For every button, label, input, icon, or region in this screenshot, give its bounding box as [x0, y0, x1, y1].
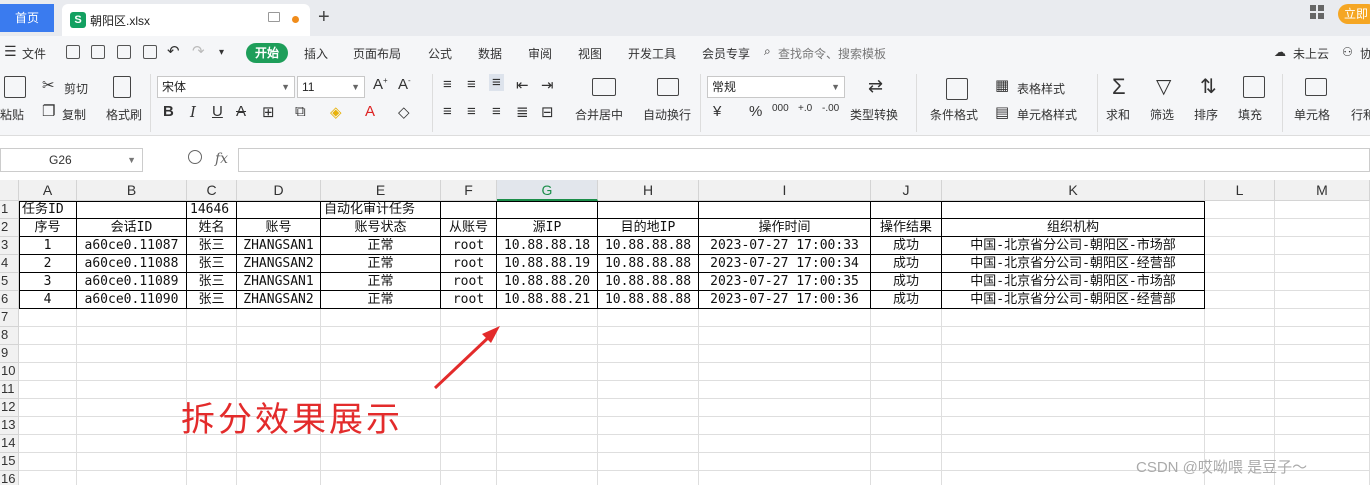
watermark: CSDN @哎呦喂 是豆子～: [1136, 459, 1308, 476]
annotation-text: 拆分效果展示: [181, 400, 403, 440]
